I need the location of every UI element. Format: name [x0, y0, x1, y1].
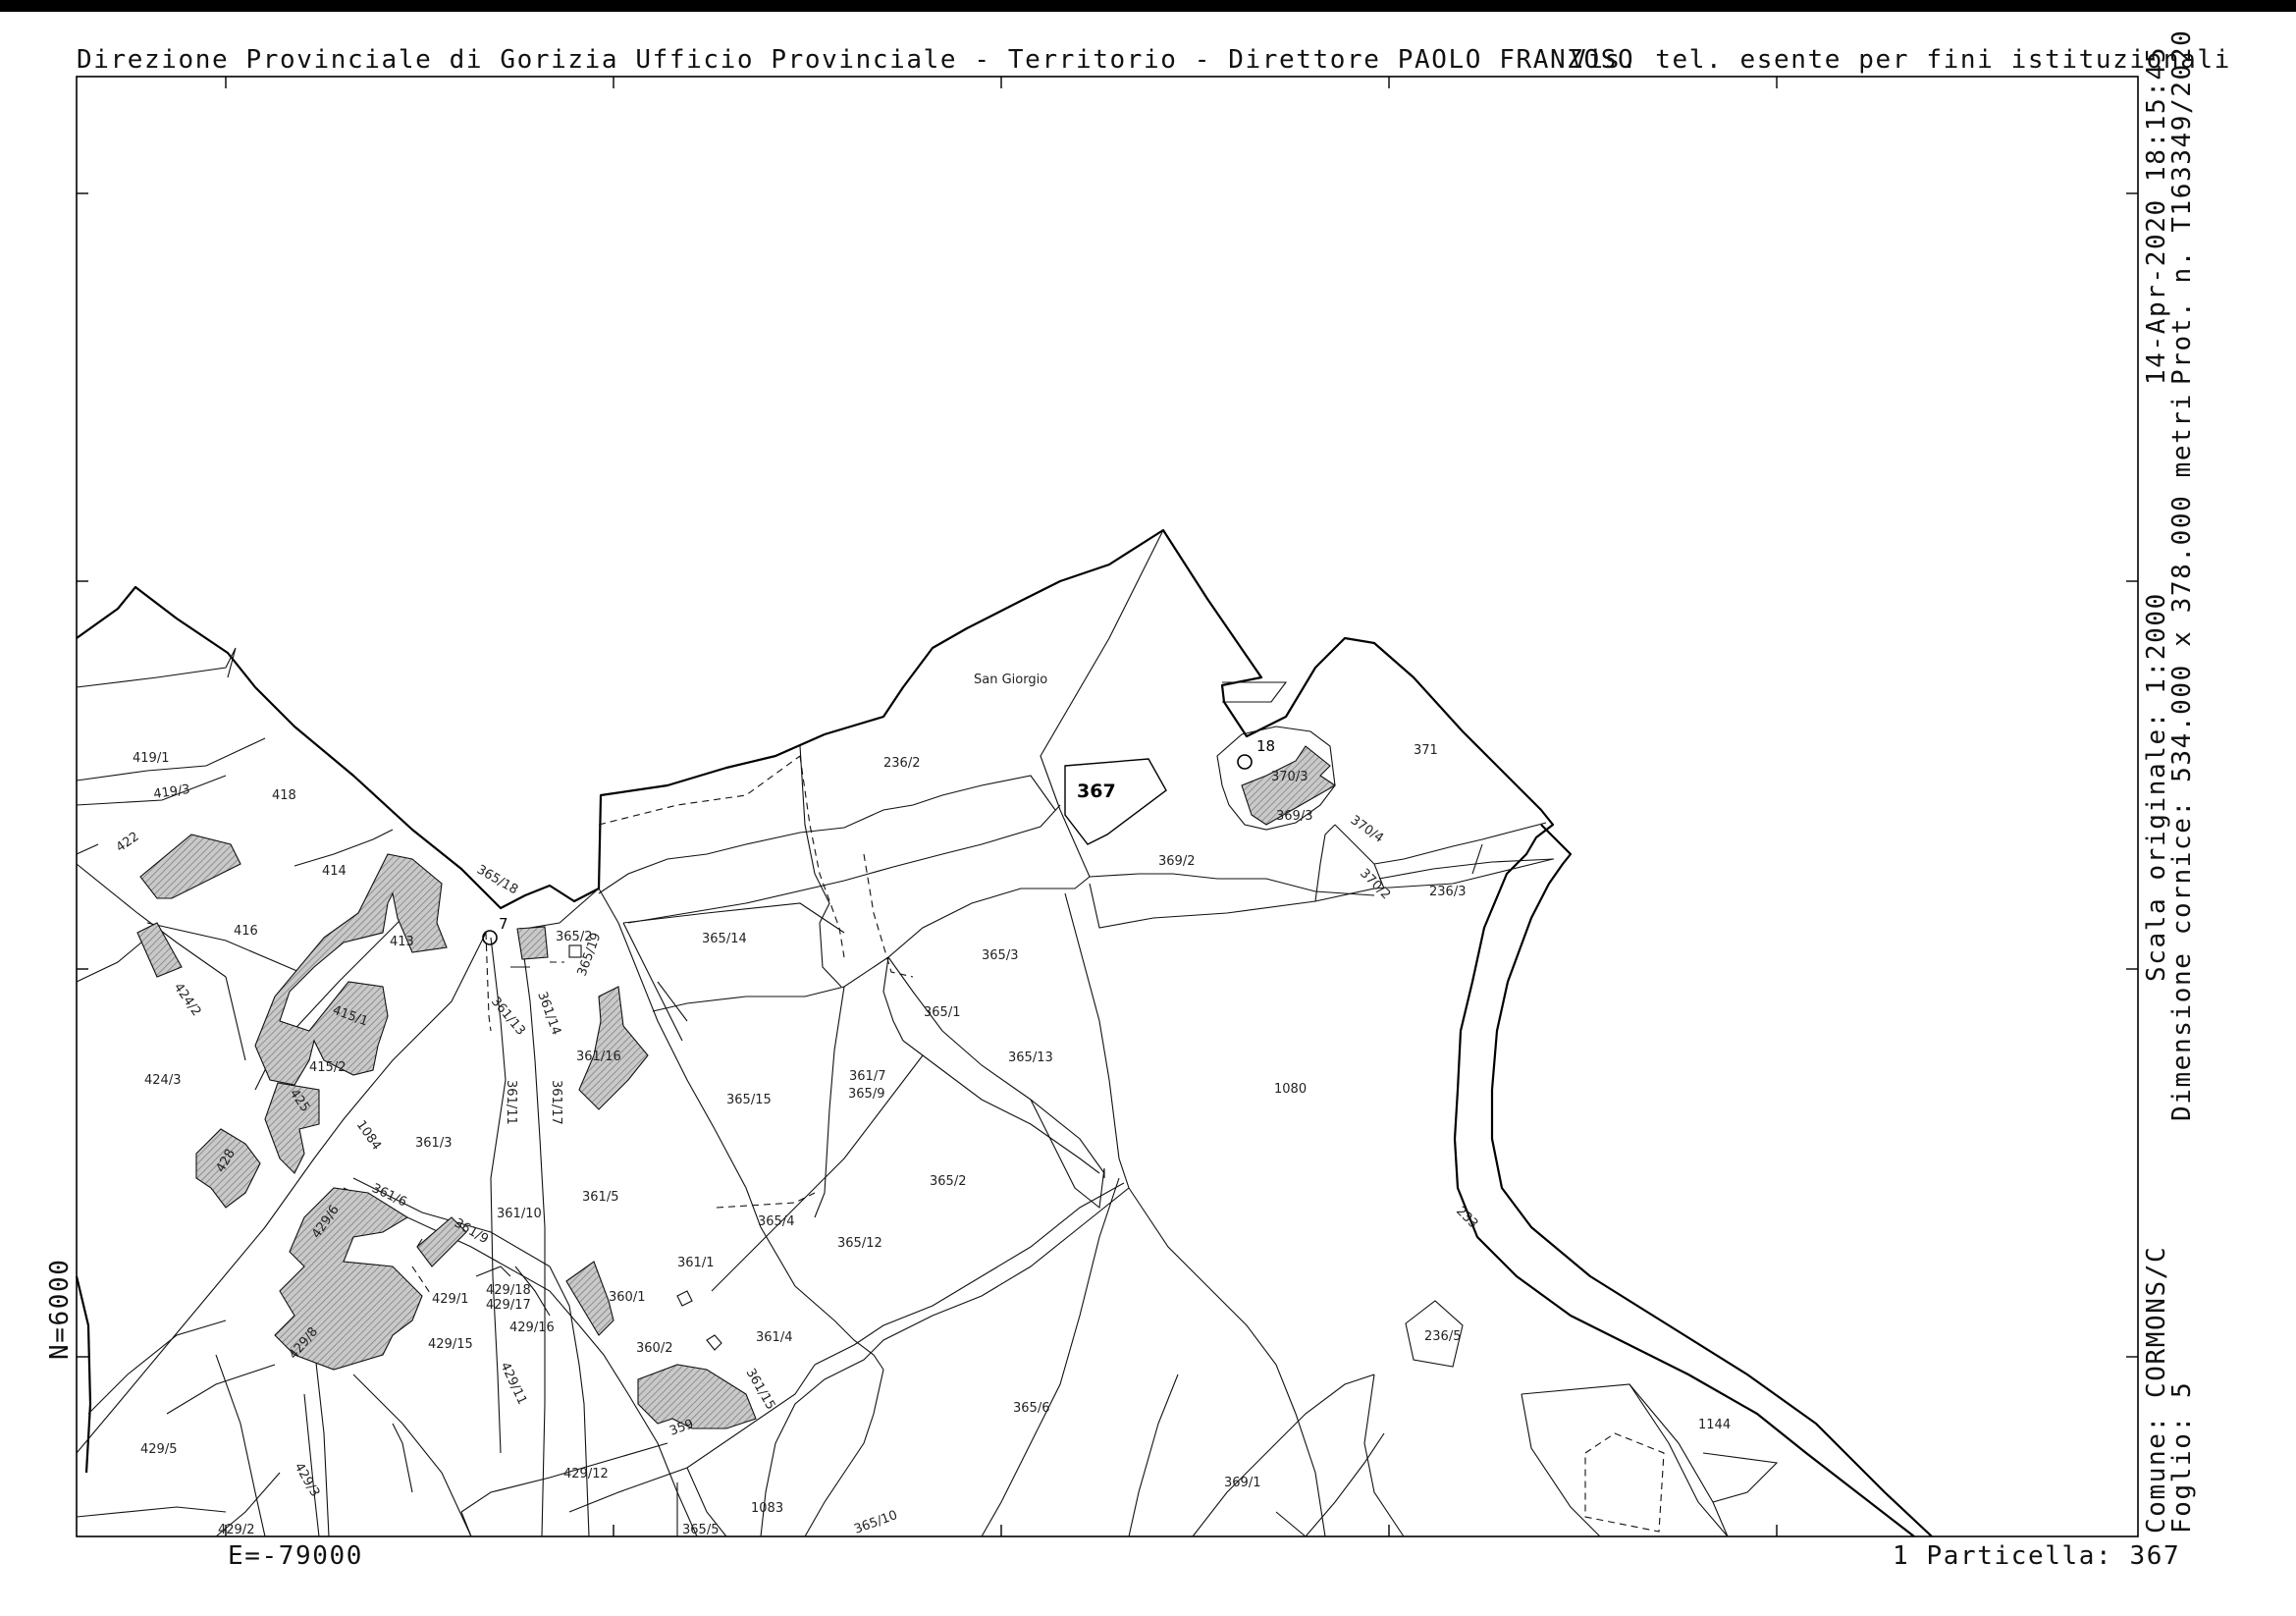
- parcel-label: 361/5: [582, 1190, 618, 1205]
- parcel-label: 361/17: [549, 1080, 563, 1125]
- parcel-label: 429/15: [428, 1337, 473, 1352]
- parcel-label: 1080: [1274, 1082, 1307, 1097]
- parcel-label: 365/18: [474, 862, 520, 897]
- parcel-label: 424/2: [171, 981, 204, 1019]
- parcel-label: 416: [234, 924, 258, 939]
- point-18-marker: [1237, 754, 1253, 770]
- parcel-label: 429/18: [486, 1283, 531, 1298]
- parcel-label: 361/1: [677, 1256, 714, 1270]
- parcel-label: 414: [322, 864, 347, 879]
- parcel-label: 1084: [353, 1118, 384, 1154]
- parcel-label: 429/16: [509, 1320, 555, 1335]
- parcel-label: 429/3: [292, 1461, 323, 1500]
- parcel-label: 361/4: [756, 1330, 792, 1345]
- parcel-label: 369/2: [1158, 854, 1195, 869]
- parcel-label: 360/2: [636, 1341, 672, 1356]
- parcel-label: 361/3: [415, 1136, 452, 1151]
- parcel-label: 365/2: [930, 1174, 966, 1189]
- parcel-label: 365/13: [1008, 1050, 1053, 1065]
- parcel-label: 365/6: [1013, 1401, 1049, 1416]
- parcel-label: 361/14: [534, 990, 563, 1037]
- parcel-label: 429/11: [497, 1360, 529, 1407]
- parcel-label: 361/10: [497, 1207, 542, 1221]
- buildings: [136, 745, 1337, 1429]
- parcel-label: 369/3: [1276, 809, 1312, 824]
- parcel-label: 365/3: [982, 948, 1018, 963]
- parcel-label: 361/16: [576, 1050, 621, 1064]
- parcel-label: 419/3: [152, 782, 190, 802]
- parcel-label: 361/9: [452, 1215, 491, 1247]
- parcel-label: 1083: [751, 1501, 783, 1516]
- parcel-label: 365/5: [682, 1523, 719, 1537]
- parcel-label: 236/5: [1424, 1329, 1461, 1344]
- parcel-label: 1144: [1698, 1418, 1731, 1432]
- selected-parcel-label: 367: [1077, 781, 1116, 802]
- parcel-label: 361/11: [504, 1080, 518, 1125]
- parcel-label: 424/3: [144, 1073, 181, 1088]
- parcel-label: 429/17: [486, 1298, 531, 1313]
- parcel-label: 361/13: [488, 995, 528, 1039]
- parcel-label: 365/12: [837, 1236, 882, 1251]
- parcel-label: 422: [114, 830, 142, 856]
- cadastral-map: 7 18 San Giorgio 367 419/1 419/3 422 418…: [75, 76, 2139, 1537]
- parcel-label: 429/2: [218, 1523, 254, 1537]
- parcel-label: 370/3: [1271, 770, 1308, 784]
- parcel-label: 371: [1414, 743, 1438, 758]
- parcel-label: 360/1: [609, 1290, 645, 1305]
- parcel-label: 365/15: [726, 1093, 772, 1107]
- parcel-label: 418: [272, 788, 296, 803]
- parcel-label: 370/2: [1357, 866, 1393, 902]
- parcel-label: 429/12: [563, 1467, 609, 1481]
- place-name: San Giorgio: [974, 673, 1047, 687]
- parcel-label: 236/3: [1429, 885, 1466, 899]
- point-18-label: 18: [1256, 737, 1275, 755]
- parcel-label: 413: [390, 935, 414, 949]
- parcel-label: 419/1: [133, 751, 169, 766]
- parcel-label: 369/1: [1224, 1476, 1260, 1490]
- parcel-label: 361/7: [849, 1069, 885, 1084]
- parcel-label: 359: [667, 1417, 695, 1439]
- parcel-label: 365/14: [702, 932, 747, 946]
- parcel-label: 365/4: [758, 1214, 794, 1229]
- parcel-label: 365/10: [852, 1508, 899, 1537]
- parcel-label: 429/5: [140, 1442, 177, 1457]
- parcel-label: 370/4: [1348, 813, 1386, 846]
- parcel-label: 365/9: [848, 1087, 884, 1102]
- point-7-label: 7: [499, 915, 508, 933]
- point-7-marker: [482, 930, 498, 945]
- parcel-label: 233: [1453, 1204, 1480, 1231]
- parcel-label: 236/2: [883, 756, 920, 771]
- parcel-label: 365/1: [924, 1005, 960, 1020]
- parcel-label: 415/2: [309, 1060, 346, 1075]
- parcel-label: 429/1: [432, 1292, 468, 1307]
